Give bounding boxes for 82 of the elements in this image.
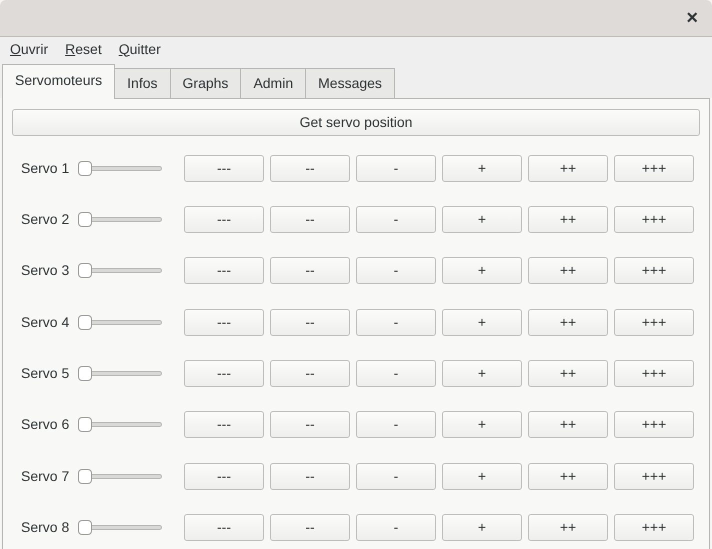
step-button[interactable]: +: [442, 411, 522, 438]
step-button[interactable]: --: [270, 257, 350, 284]
step-button[interactable]: ---: [184, 462, 264, 490]
close-button[interactable]: ×: [682, 8, 702, 28]
step-button[interactable]: +++: [614, 154, 694, 182]
slider-thumb[interactable]: [78, 468, 92, 484]
slider[interactable]: [78, 263, 162, 278]
slider[interactable]: [78, 366, 162, 382]
servo-label: Servo 8: [21, 518, 70, 537]
slider[interactable]: [78, 520, 162, 535]
tab[interactable]: Messages: [305, 68, 395, 98]
slider[interactable]: [78, 468, 162, 484]
servo-label: Servo 2: [21, 210, 70, 230]
step-button[interactable]: ++: [528, 462, 608, 490]
step-button[interactable]: +++: [614, 411, 694, 438]
slider[interactable]: [78, 160, 162, 176]
step-button[interactable]: +: [442, 360, 522, 388]
step-button[interactable]: -: [356, 514, 436, 541]
slider[interactable]: [78, 417, 162, 432]
servo-label: Servo 6: [21, 415, 70, 434]
step-button[interactable]: +++: [614, 206, 694, 234]
step-button[interactable]: --: [270, 206, 350, 234]
slider-thumb[interactable]: [78, 314, 92, 330]
step-button[interactable]: -: [356, 411, 436, 438]
step-button[interactable]: +++: [614, 462, 694, 490]
menu-item[interactable]: Reset: [63, 38, 104, 60]
step-button[interactable]: +: [442, 206, 522, 234]
step-button[interactable]: -: [356, 206, 436, 234]
step-button[interactable]: --: [270, 154, 350, 182]
step-button[interactable]: ---: [184, 206, 264, 234]
step-button[interactable]: +++: [614, 514, 694, 541]
step-button[interactable]: ++: [528, 411, 608, 438]
slider-thumb[interactable]: [78, 263, 92, 278]
step-button[interactable]: ++: [528, 154, 608, 182]
step-button[interactable]: ++: [528, 308, 608, 336]
step-button[interactable]: -: [356, 462, 436, 490]
step-button[interactable]: ---: [184, 154, 264, 182]
step-button[interactable]: +++: [614, 257, 694, 284]
step-button[interactable]: +: [442, 308, 522, 336]
step-button[interactable]: ++: [528, 257, 608, 284]
step-button[interactable]: ---: [184, 308, 264, 336]
tab[interactable]: Graphs: [170, 68, 242, 98]
slider-thumb[interactable]: [78, 366, 92, 382]
slider-thumb[interactable]: [78, 160, 92, 176]
menu-item[interactable]: Ouvrir: [8, 38, 50, 60]
slider-thumb[interactable]: [78, 520, 92, 535]
servo-label: Servo 3: [21, 261, 70, 280]
get-position-button[interactable]: Get servo position: [12, 109, 700, 136]
tab[interactable]: Admin: [240, 68, 306, 98]
step-button[interactable]: ---: [184, 360, 264, 388]
step-button[interactable]: ++: [528, 206, 608, 234]
step-button[interactable]: ---: [184, 257, 264, 284]
tab[interactable]: Servomoteurs: [2, 64, 116, 99]
step-button[interactable]: +: [442, 462, 522, 490]
step-button[interactable]: ---: [184, 411, 264, 438]
step-button[interactable]: --: [270, 411, 350, 438]
tab[interactable]: Infos: [114, 68, 171, 98]
step-button[interactable]: --: [270, 514, 350, 541]
step-button[interactable]: +: [442, 154, 522, 182]
step-button[interactable]: --: [270, 308, 350, 336]
step-button[interactable]: ++: [528, 514, 608, 541]
slider[interactable]: [78, 212, 162, 228]
step-button[interactable]: +++: [614, 360, 694, 388]
step-button[interactable]: +: [442, 514, 522, 541]
servo-label: Servo 4: [21, 312, 70, 332]
step-button[interactable]: --: [270, 462, 350, 490]
step-button[interactable]: +: [442, 257, 522, 284]
step-button[interactable]: -: [356, 154, 436, 182]
menu-item[interactable]: Quitter: [116, 38, 163, 60]
step-button[interactable]: ++: [528, 360, 608, 388]
step-button[interactable]: -: [356, 360, 436, 388]
servo-label: Servo 5: [21, 364, 70, 384]
step-button[interactable]: -: [356, 308, 436, 336]
slider[interactable]: [78, 314, 162, 330]
slider-thumb[interactable]: [78, 212, 92, 228]
servo-label: Servo 1: [21, 158, 70, 178]
step-button[interactable]: ---: [184, 514, 264, 541]
servo-label: Servo 7: [21, 466, 70, 486]
step-button[interactable]: -: [356, 257, 436, 284]
step-button[interactable]: --: [270, 360, 350, 388]
slider-thumb[interactable]: [78, 417, 92, 432]
step-button[interactable]: +++: [614, 308, 694, 336]
